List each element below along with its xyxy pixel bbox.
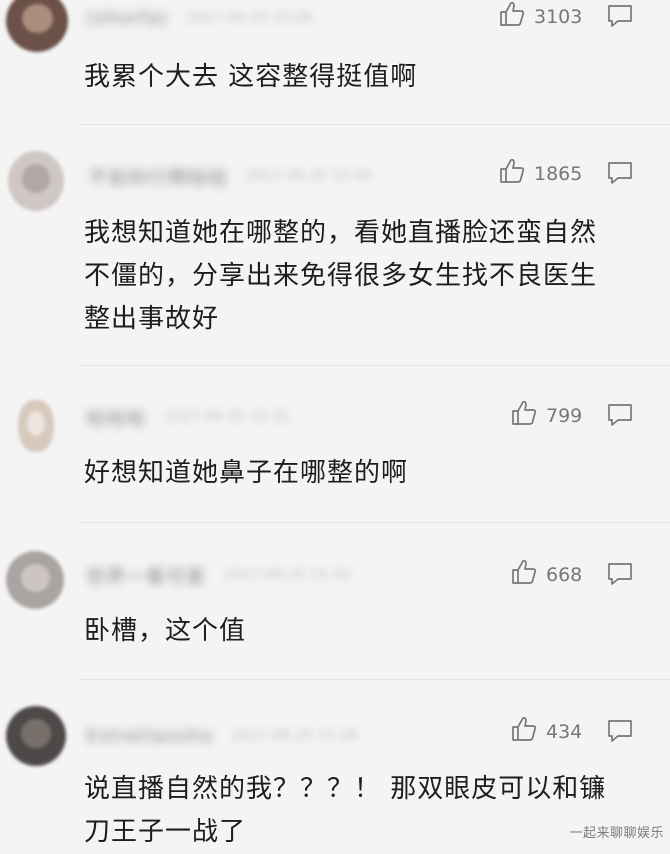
timestamp: 2017-09-25 15:26 [186,10,313,26]
timestamp: 2017-09-25 15:43 [246,168,373,184]
comment-text-line: 卧槽，这个值 [84,616,247,646]
timestamp: 2017-09-25 15:33 [224,567,351,583]
comment-item: 不如你行啊哒哒 2017-09-25 15:43 1865 我想知道她在哪整的，… [0,125,670,367]
comment-text-line: 不僵的，分享出来免得很多女生找不良医生 [84,261,598,291]
comment-meta: (shorfa) 2017-09-25 15:26 [86,6,313,30]
user-avatar[interactable] [6,551,64,609]
like-count: 1865 [534,162,583,185]
comment-meta: Estrellaxsho 2017-09-25 15:28 [86,724,358,748]
comment-list: (shorfa) 2017-09-25 15:26 3103 我累个大去 这容整… [0,0,670,853]
thumbs-up-icon [510,558,546,591]
like-button[interactable]: 1865 [498,157,582,190]
timestamp: 2017-09-25 15:31 [164,409,291,425]
username[interactable]: 哈哈哈 [86,404,146,431]
user-avatar[interactable] [6,706,66,766]
thumbs-up-icon [498,157,534,190]
comment-text: 说直播自然的我？？？！ 那双眼皮可以和镰 刀王子一战了 [84,768,644,854]
comment-text: 好想知道她鼻子在哪整的啊 [84,452,644,495]
reply-button[interactable] [606,561,634,591]
comment-text-line: 刀王子一战了 [84,817,247,847]
user-avatar[interactable] [8,151,64,211]
timestamp: 2017-09-25 15:28 [231,728,358,744]
comment-text: 我累个大去 这容整得挺值啊 [84,56,644,99]
reply-button[interactable] [606,718,634,748]
comment-item: (shorfa) 2017-09-25 15:26 3103 我累个大去 这容整… [0,0,670,125]
thumbs-up-icon [510,715,546,748]
comment-bubble-icon [606,720,634,748]
user-avatar[interactable] [18,400,54,452]
thumbs-up-icon [498,0,534,33]
divider [80,365,670,366]
comment-item: 世界一看可爱 2017-09-25 15:33 668 卧槽，这个值 [0,523,670,680]
thumbs-up-icon [510,399,546,432]
username[interactable]: 世界一看可爱 [86,562,206,589]
username[interactable]: Estrellaxsho [86,725,213,747]
comment-text-line: 说直播自然的我？？？！ 那双眼皮可以和镰 [84,774,607,804]
comment-bubble-icon [606,162,634,190]
like-count: 668 [546,563,583,586]
watermark: 一起来聊聊娱乐 [569,825,664,840]
like-button[interactable]: 3103 [498,0,582,33]
reply-button[interactable] [606,402,634,432]
like-button[interactable]: 799 [510,399,582,432]
like-count: 434 [546,720,583,743]
reply-button[interactable] [606,160,634,190]
like-button[interactable]: 434 [510,715,582,748]
comment-bubble-icon [606,563,634,591]
reply-button[interactable] [606,3,634,33]
like-count: 3103 [534,5,583,28]
user-avatar[interactable] [6,0,68,52]
comment-meta: 不如你行啊哒哒 2017-09-25 15:43 [88,163,373,190]
comment-text-line: 整出事故好 [84,304,220,334]
comment-bubble-icon [606,404,634,432]
comment-text-line: 我想知道她在哪整的，看她直播脸还蛮自然 [84,218,598,248]
like-count: 799 [546,404,583,427]
username[interactable]: (shorfa) [86,7,169,29]
comment-text-line: 好想知道她鼻子在哪整的啊 [84,458,409,488]
comment-meta: 世界一看可爱 2017-09-25 15:33 [86,562,351,589]
like-button[interactable]: 668 [510,558,582,591]
comment-bubble-icon [606,5,634,33]
comment-meta: 哈哈哈 2017-09-25 15:31 [86,404,291,431]
comment-text-line: 我累个大去 这容整得挺值啊 [84,62,418,92]
comment-text: 我想知道她在哪整的，看她直播脸还蛮自然 不僵的，分享出来免得很多女生找不良医生 … [84,212,644,341]
username[interactable]: 不如你行啊哒哒 [88,163,228,190]
comment-item: 哈哈哈 2017-09-25 15:31 799 好想知道她鼻子在哪整的啊 [0,367,670,523]
comment-text: 卧槽，这个值 [84,610,644,653]
